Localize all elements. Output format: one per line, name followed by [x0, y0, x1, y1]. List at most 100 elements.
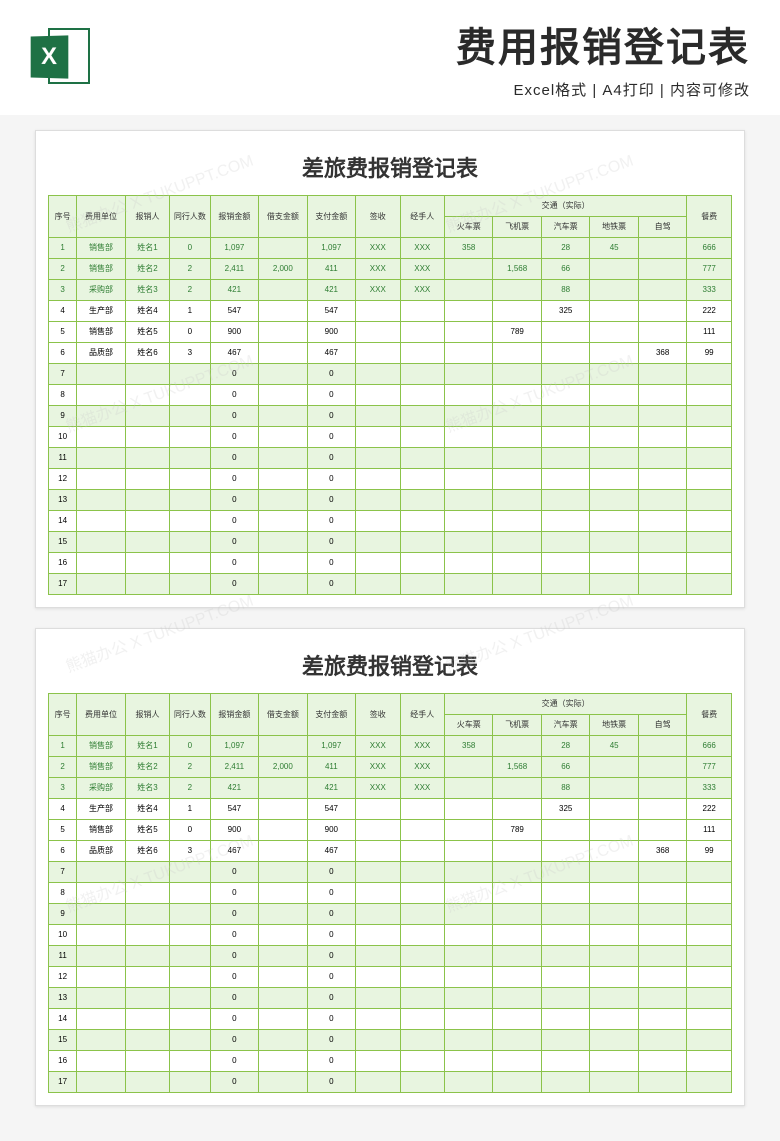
- cell: [125, 988, 169, 1009]
- cell: [444, 967, 492, 988]
- cell: 14: [49, 1009, 77, 1030]
- cell: [493, 946, 541, 967]
- cell: [125, 967, 169, 988]
- cell: [259, 343, 307, 364]
- cell: [125, 1030, 169, 1051]
- cell: [77, 946, 125, 967]
- cell: [125, 490, 169, 511]
- cell: [493, 301, 541, 322]
- cell: [638, 322, 686, 343]
- cell: [356, 946, 400, 967]
- cell: [493, 469, 541, 490]
- cell: [125, 862, 169, 883]
- cell: [638, 532, 686, 553]
- cell: [541, 946, 589, 967]
- cell: 生产部: [77, 301, 125, 322]
- cell: 11: [49, 946, 77, 967]
- cell: 99: [687, 841, 732, 862]
- cell: 0: [307, 967, 355, 988]
- cell: [493, 925, 541, 946]
- cell: 789: [493, 322, 541, 343]
- cell: [541, 988, 589, 1009]
- column-header: 支付金额: [307, 196, 355, 238]
- cell: 666: [687, 238, 732, 259]
- column-header: 签收: [356, 196, 400, 238]
- cell: 325: [541, 799, 589, 820]
- cell: [590, 820, 638, 841]
- cell: 13: [49, 988, 77, 1009]
- cell: 0: [307, 574, 355, 595]
- cell: [170, 553, 210, 574]
- cell: 1,097: [307, 238, 355, 259]
- cell: [541, 820, 589, 841]
- cell: [400, 799, 444, 820]
- cell: [356, 967, 400, 988]
- cell: 333: [687, 280, 732, 301]
- cell: 368: [638, 841, 686, 862]
- cell: [77, 406, 125, 427]
- cell: [687, 448, 732, 469]
- cell: 2,411: [210, 757, 258, 778]
- cell: [493, 553, 541, 574]
- cell: [687, 1051, 732, 1072]
- cell: [400, 511, 444, 532]
- cell: [444, 1051, 492, 1072]
- cell: XXX: [356, 259, 400, 280]
- cell: [638, 1009, 686, 1030]
- cell: [638, 820, 686, 841]
- cell: [125, 553, 169, 574]
- cell: [638, 1030, 686, 1051]
- cell: [259, 925, 307, 946]
- cell: [170, 1030, 210, 1051]
- cell: [170, 532, 210, 553]
- cell: 2,000: [259, 259, 307, 280]
- sheet-title: 差旅费报销登记表: [48, 641, 732, 693]
- cell: 28: [541, 238, 589, 259]
- cell: [687, 862, 732, 883]
- cell: [400, 820, 444, 841]
- cell: 姓名5: [125, 322, 169, 343]
- cell: [356, 574, 400, 595]
- cell: [259, 322, 307, 343]
- cell: [400, 427, 444, 448]
- cell: 547: [307, 799, 355, 820]
- cell: 1,568: [493, 757, 541, 778]
- cell: [444, 511, 492, 532]
- table-row: 1700: [49, 1072, 732, 1093]
- cell: 0: [307, 532, 355, 553]
- cell: [170, 448, 210, 469]
- cell: [590, 799, 638, 820]
- table-row: 1000: [49, 427, 732, 448]
- cell: [590, 925, 638, 946]
- cell: [356, 490, 400, 511]
- cell: 0: [210, 988, 258, 1009]
- cell: 姓名4: [125, 301, 169, 322]
- cell: [77, 1051, 125, 1072]
- cell: [170, 364, 210, 385]
- cell: [77, 967, 125, 988]
- table-row: 1200: [49, 967, 732, 988]
- cell: [356, 511, 400, 532]
- cell: 99: [687, 343, 732, 364]
- cell: [541, 343, 589, 364]
- table-row: 6品质部姓名6346746736899: [49, 343, 732, 364]
- table-row: 5销售部姓名50900900789111: [49, 820, 732, 841]
- cell: 0: [210, 1072, 258, 1093]
- cell: 采购部: [77, 280, 125, 301]
- cell: 0: [210, 406, 258, 427]
- column-header: 汽车票: [541, 217, 589, 238]
- cell: [590, 946, 638, 967]
- cell: [590, 904, 638, 925]
- cell: [541, 532, 589, 553]
- cell: [638, 553, 686, 574]
- cell: 358: [444, 238, 492, 259]
- cell: [687, 1030, 732, 1051]
- cell: 0: [170, 322, 210, 343]
- column-header: 飞机票: [493, 217, 541, 238]
- cell: 0: [210, 532, 258, 553]
- expense-table: 序号费用单位报销人同行人数报销金额借支金额支付金额签收经手人交通（实际）餐费火车…: [48, 693, 732, 1093]
- cell: [493, 406, 541, 427]
- cell: [400, 862, 444, 883]
- cell: 0: [210, 448, 258, 469]
- cell: [170, 406, 210, 427]
